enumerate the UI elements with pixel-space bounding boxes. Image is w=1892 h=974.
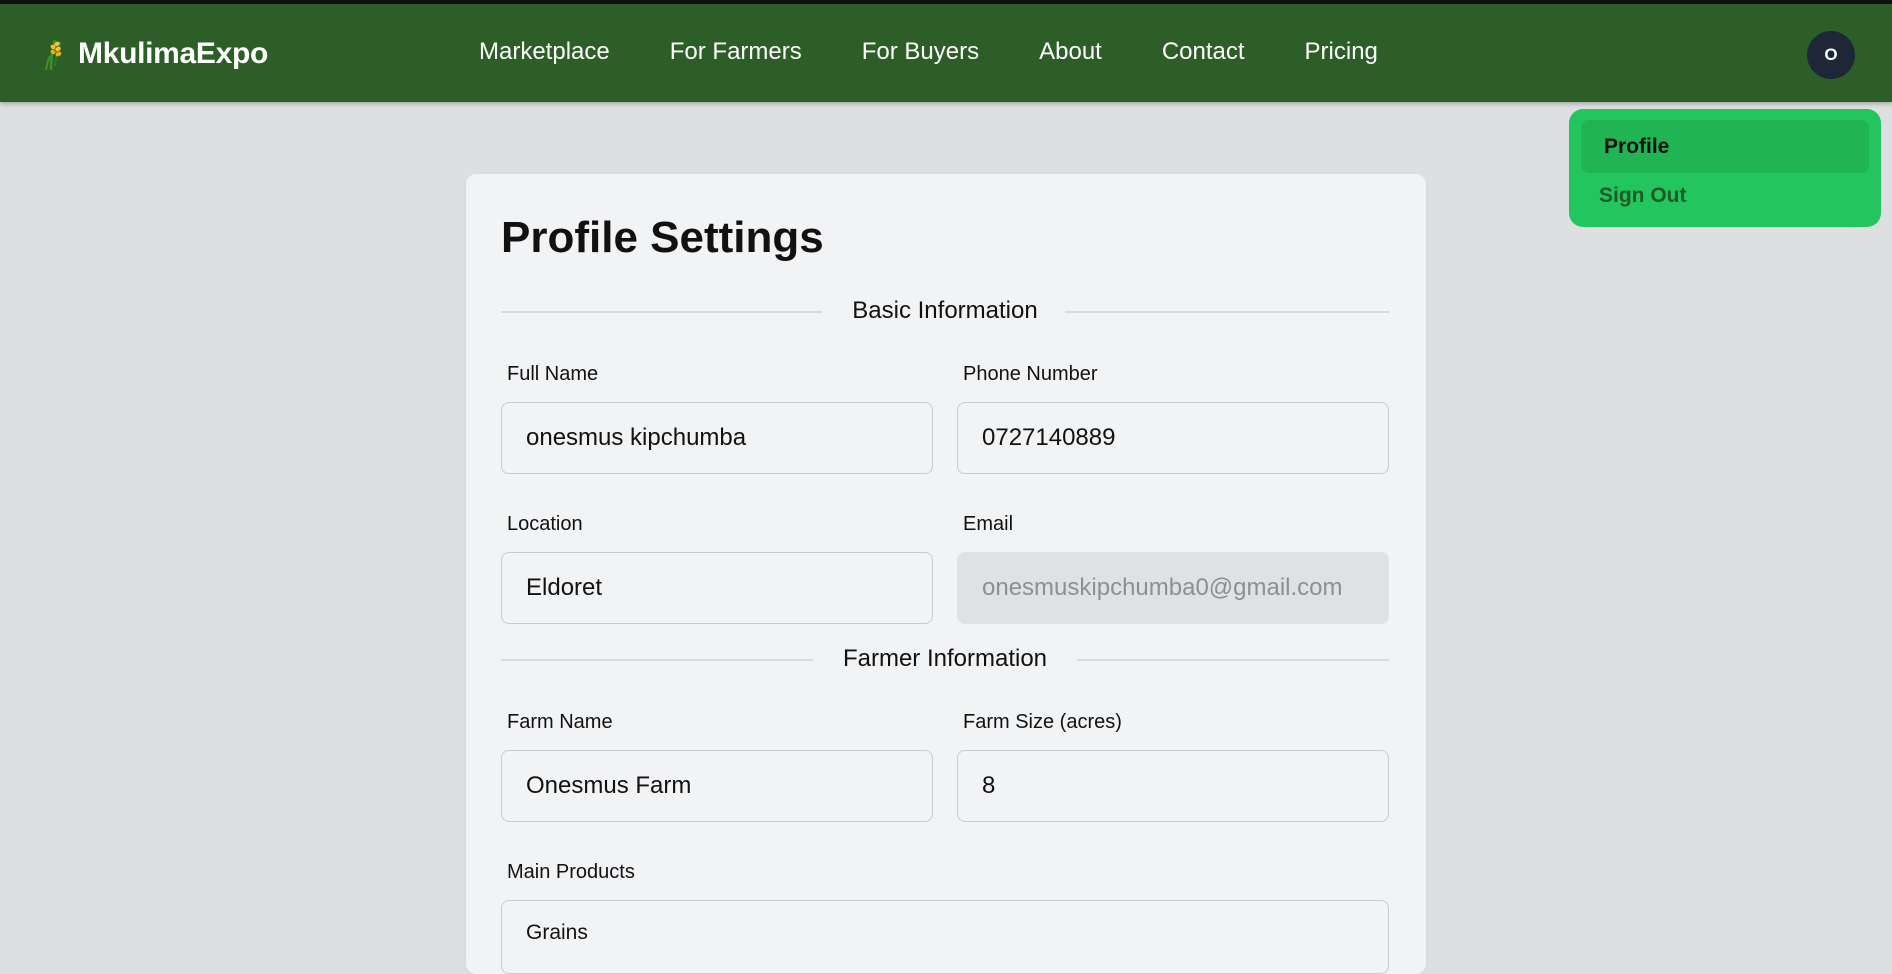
- menu-item-sign-out[interactable]: Sign Out: [1599, 181, 1687, 211]
- full-name-input[interactable]: [501, 402, 933, 474]
- full-name-label: Full Name: [507, 363, 599, 385]
- farm-name-label: Farm Name: [507, 711, 613, 733]
- email-label: Email: [963, 513, 1014, 535]
- section-divider-basic: Basic Information: [501, 295, 1389, 327]
- nav-link-for-farmers[interactable]: For Farmers: [670, 38, 802, 66]
- brand-name: MkulimaExpo: [78, 37, 269, 70]
- menu-item-profile[interactable]: Profile: [1581, 120, 1869, 173]
- brand[interactable]: MkulimaExpo: [42, 34, 268, 74]
- location-input[interactable]: [501, 552, 933, 624]
- farm-size-input[interactable]: [957, 750, 1389, 822]
- main-products-option[interactable]: Grains: [526, 921, 588, 944]
- nav-link-pricing[interactable]: Pricing: [1305, 38, 1378, 66]
- navbar: MkulimaExpo Marketplace For Farmers For …: [0, 4, 1892, 102]
- main-products-select[interactable]: Grains: [501, 900, 1389, 974]
- main-nav: Marketplace For Farmers For Buyers About…: [479, 38, 1438, 66]
- user-dropdown-menu: Profile Sign Out: [1569, 109, 1881, 227]
- farm-name-input[interactable]: [501, 750, 933, 822]
- nav-link-contact[interactable]: Contact: [1162, 38, 1245, 66]
- wheat-icon: [45, 39, 62, 71]
- page-title: Profile Settings: [501, 213, 824, 262]
- location-label: Location: [507, 513, 583, 535]
- phone-number-input[interactable]: [957, 402, 1389, 474]
- nav-link-about[interactable]: About: [1039, 38, 1102, 66]
- section-divider-farmer: Farmer Information: [501, 643, 1389, 675]
- section-heading-farmer: Farmer Information: [842, 645, 1048, 672]
- phone-number-label: Phone Number: [963, 363, 1098, 385]
- nav-link-marketplace[interactable]: Marketplace: [479, 38, 610, 66]
- nav-link-for-buyers[interactable]: For Buyers: [862, 38, 979, 66]
- profile-settings-card: Profile Settings Basic Information Full …: [466, 174, 1426, 974]
- email-input: [957, 552, 1389, 624]
- section-heading-basic: Basic Information: [852, 297, 1038, 324]
- main-products-label: Main Products: [507, 861, 635, 883]
- avatar[interactable]: O: [1807, 31, 1855, 79]
- farm-size-label: Farm Size (acres): [963, 711, 1122, 733]
